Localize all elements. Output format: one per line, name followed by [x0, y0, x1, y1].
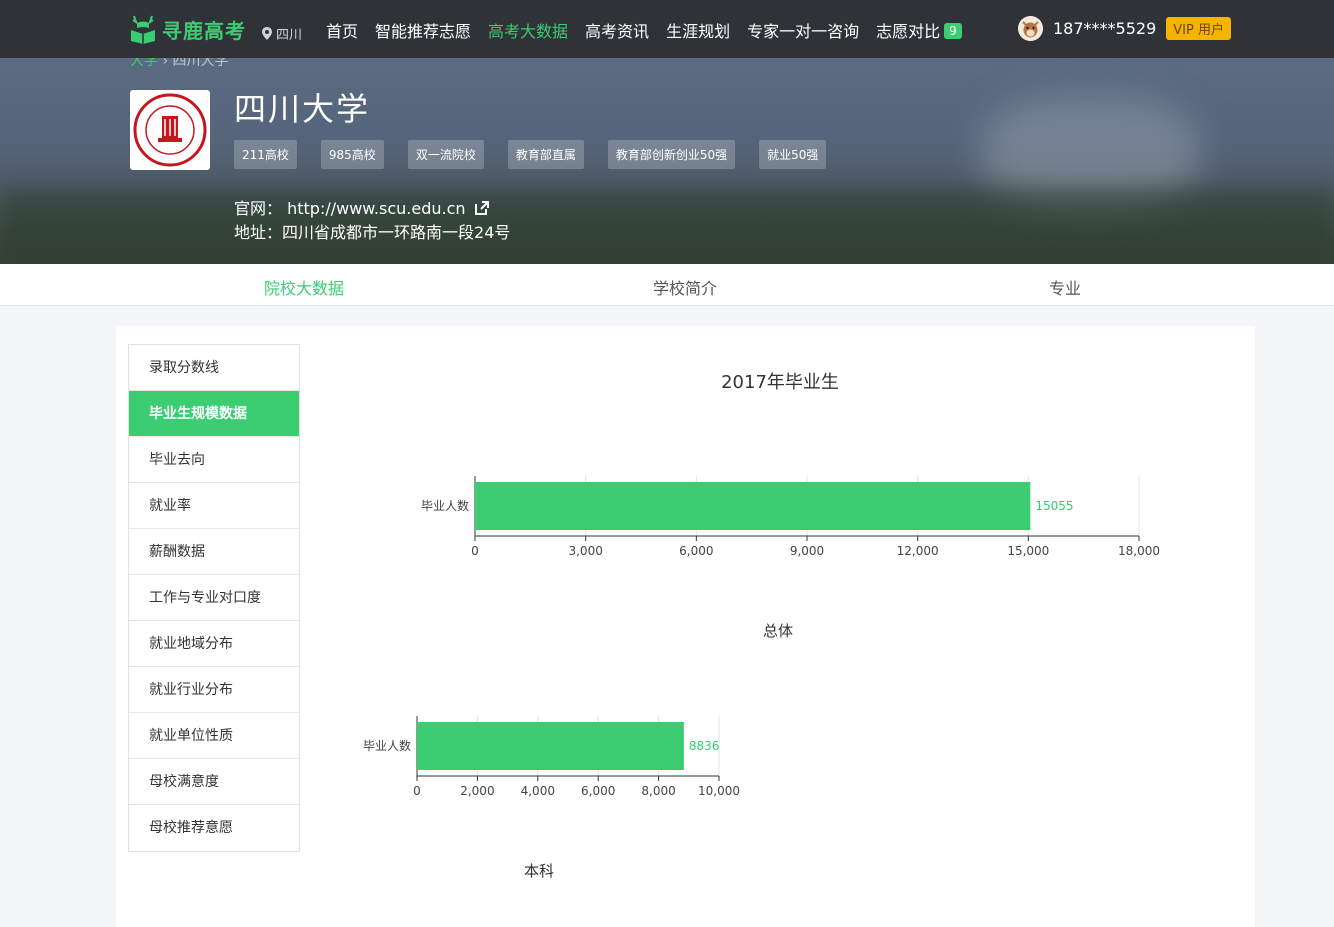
tab-introduction[interactable]: 学校简介: [653, 275, 717, 299]
x-tick-label: 6,000: [581, 784, 615, 798]
sidebar-item-destination[interactable]: 毕业去向: [129, 437, 299, 483]
nav-item-recommend[interactable]: 智能推荐志愿: [375, 18, 471, 42]
address: 地址：四川省成都市一环路南一段24号: [234, 219, 510, 243]
sidebar-item-admission-scores[interactable]: 录取分数线: [129, 345, 299, 391]
x-tick-label: 18,000: [1118, 544, 1160, 558]
sidebar-item-major-match[interactable]: 工作与专业对口度: [129, 575, 299, 621]
data-label: 15055: [1035, 499, 1073, 513]
x-tick-label: 6,000: [679, 544, 713, 558]
tab-bar: 院校大数据 学校简介 专业: [0, 264, 1334, 306]
nav-item-consult[interactable]: 专家一对一咨询: [747, 18, 859, 42]
sidebar-item-region[interactable]: 就业地域分布: [129, 621, 299, 667]
location-pin-icon: [262, 27, 272, 40]
top-nav-bar: 寻鹿高考 四川 首页 智能推荐志愿 高考大数据 高考资讯 生涯规划 专家一对一咨…: [0, 0, 1334, 58]
chart-undergraduate-caption: 本科: [524, 862, 555, 880]
tag-211: 211高校: [234, 140, 297, 169]
sidebar-item-salary[interactable]: 薪酬数据: [129, 529, 299, 575]
x-tick-label: 0: [471, 544, 479, 558]
nav-compare-label: 志愿对比: [876, 22, 941, 41]
x-tick-label: 15,000: [1007, 544, 1049, 558]
user-phone: 187****5529: [1053, 19, 1157, 38]
breadcrumb-root[interactable]: 大学: [130, 58, 158, 69]
tab-big-data[interactable]: 院校大数据: [264, 275, 344, 299]
x-tick-label: 2,000: [460, 784, 494, 798]
university-seal-icon: [133, 93, 207, 167]
nav-item-news[interactable]: 高考资讯: [585, 18, 649, 42]
chart-overall-caption: 总体: [763, 622, 794, 640]
x-tick-label: 3,000: [568, 544, 602, 558]
brand-logo[interactable]: 寻鹿高考: [128, 14, 246, 44]
y-tick-label: 毕业人数: [421, 498, 469, 513]
deer-logo-icon: [131, 15, 155, 44]
location-selector[interactable]: 四川: [262, 24, 302, 43]
breadcrumb-current: 四川大学: [172, 58, 229, 69]
chart-undergraduate: 8836 毕业人数 0 2,000 4,000 6,000 8,000 10,000: [363, 716, 740, 798]
x-tick-label: 8,000: [641, 784, 675, 798]
sidebar-item-employment-rate[interactable]: 就业率: [129, 483, 299, 529]
x-tick-label: 12,000: [897, 544, 939, 558]
avatar: [1018, 16, 1043, 41]
bar: [475, 482, 1031, 530]
deer-avatar-icon: [1018, 16, 1043, 41]
tag-moe-direct: 教育部直属: [507, 140, 584, 169]
bar: [417, 722, 684, 770]
nav-item-career[interactable]: 生涯规划: [666, 18, 730, 42]
address-value: 四川省成都市一环路南一段24号: [282, 223, 511, 242]
sidebar-item-industry[interactable]: 就业行业分布: [129, 667, 299, 713]
school-header: 大学 › 四川大学 四川大学 211高校 985高校 双一流院校 教育部直属 教…: [0, 58, 1334, 264]
tab-majors[interactable]: 专业: [1049, 275, 1081, 299]
external-link-icon: [474, 201, 489, 215]
brand-name: 寻鹿高考: [162, 18, 246, 43]
school-logo: [130, 90, 210, 170]
school-tags: 211高校 985高校 双一流院校 教育部直属 教育部创新创业50强 就业50强: [234, 140, 850, 169]
main-nav: 首页 智能推荐志愿 高考大数据 高考资讯 生涯规划 专家一对一咨询 志愿对比 9: [326, 18, 979, 42]
chart-title: 2017年毕业生: [721, 372, 839, 393]
official-site: 官网： http://www.scu.edu.cn: [234, 195, 490, 219]
nav-item-compare[interactable]: 志愿对比 9: [876, 18, 962, 42]
breadcrumb: 大学 › 四川大学: [130, 58, 229, 70]
x-tick-label: 9,000: [790, 544, 824, 558]
sidebar-item-recommendation[interactable]: 母校推荐意愿: [129, 805, 299, 851]
x-tick-label: 10,000: [698, 784, 740, 798]
location-label: 四川: [276, 28, 303, 43]
site-label: 官网：: [234, 199, 283, 218]
user-menu[interactable]: 187****5529 VIP 用户: [1018, 16, 1231, 41]
sidebar-item-satisfaction[interactable]: 母校满意度: [129, 759, 299, 805]
site-link[interactable]: http://www.scu.edu.cn: [287, 199, 490, 218]
vip-badge: VIP 用户: [1166, 17, 1231, 40]
sidebar-item-graduate-scale[interactable]: 毕业生规模数据: [129, 391, 299, 437]
tag-innovation-50: 教育部创新创业50强: [607, 140, 736, 169]
tag-employment-50: 就业50强: [759, 140, 827, 169]
nav-item-big-data[interactable]: 高考大数据: [488, 18, 568, 42]
y-tick-label: 毕业人数: [363, 738, 411, 753]
tag-double-first-class: 双一流院校: [407, 140, 484, 169]
data-sidebar: 录取分数线 毕业生规模数据 毕业去向 就业率 薪酬数据 工作与专业对口度 就业地…: [128, 344, 300, 852]
x-tick-label: 4,000: [521, 784, 555, 798]
tag-985: 985高校: [320, 140, 384, 169]
chart-overall: 15055 毕业人数 0 3,000 6,000 9,000 12,000 15,000 18,…: [421, 476, 1160, 558]
sidebar-item-employer-type[interactable]: 就业单位性质: [129, 713, 299, 759]
page-title: 四川大学: [234, 90, 371, 128]
data-label: 8836: [689, 739, 720, 753]
nav-item-home[interactable]: 首页: [326, 18, 358, 42]
site-url: http://www.scu.edu.cn: [287, 199, 466, 218]
x-tick-label: 0: [413, 784, 421, 798]
address-label: 地址：: [234, 223, 283, 242]
compare-count-badge: 9: [944, 23, 962, 39]
